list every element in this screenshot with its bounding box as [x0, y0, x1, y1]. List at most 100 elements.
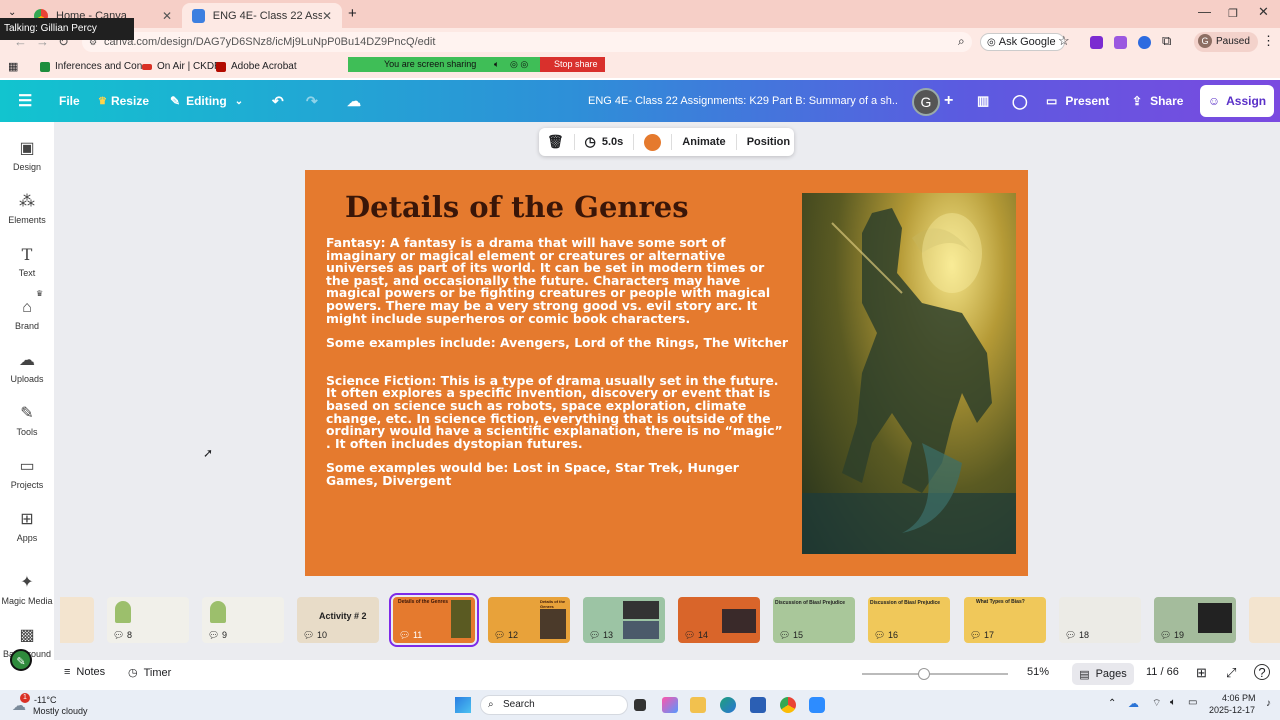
help-icon[interactable]: ? — [1254, 664, 1270, 680]
delete-trash-icon[interactable]: 🗑︎ — [547, 134, 564, 150]
resize-button[interactable]: ♛ Resize — [98, 80, 149, 122]
close-tab-icon[interactable]: ✕ — [322, 9, 332, 23]
notification-bell-icon[interactable]: ♪ — [1266, 698, 1271, 709]
add-collaborator-icon[interactable]: + — [944, 80, 953, 122]
minimize-icon[interactable]: — — [1198, 4, 1211, 19]
fullscreen-icon[interactable]: ⤢ — [1226, 665, 1236, 681]
taskbar-search[interactable]: ⌕ Search — [480, 695, 628, 715]
grid-view-icon[interactable]: ⊞ — [1196, 665, 1207, 681]
sidebar-item-text[interactable]: T Text — [0, 246, 54, 279]
close-tab-icon[interactable]: ✕ — [162, 9, 172, 23]
insights-chart-icon[interactable]: ▥ — [977, 80, 989, 122]
duration-timer-icon[interactable]: ◷ — [585, 134, 596, 150]
page-thumb-10[interactable]: Activity # 2 💬︎ 10 — [297, 597, 379, 643]
chrome-menu-icon[interactable]: ⋮ — [1262, 33, 1275, 49]
chrome-icon[interactable] — [780, 697, 796, 713]
bookmark-adobe-acrobat[interactable]: Adobe Acrobat — [216, 61, 297, 72]
zoom-app-icon[interactable] — [809, 697, 825, 713]
mic-icon[interactable]: 🔈︎ — [494, 57, 499, 72]
puzzle-extensions-icon[interactable]: ⧉ — [1162, 33, 1171, 49]
undo-icon[interactable]: ↶ — [272, 80, 284, 122]
sidebar-item-elements[interactable]: ⁂ Elements — [0, 193, 54, 225]
collaborator-avatar[interactable]: G — [912, 88, 940, 116]
close-window-icon[interactable]: ✕ — [1258, 4, 1269, 20]
extension-icon[interactable] — [1114, 36, 1127, 49]
apps-grid-icon[interactable]: ▦ — [8, 60, 18, 73]
redo-icon[interactable]: ↷ — [306, 80, 318, 122]
ask-google-button[interactable]: ◎ Ask Google — [980, 33, 1065, 51]
wifi-icon[interactable]: ⌔ — [1152, 697, 1161, 710]
pages-button[interactable]: ▤ Pages — [1072, 663, 1134, 685]
page-thumb-13[interactable]: 💬︎ 13 — [583, 597, 665, 643]
tab-eng-4e-assignments[interactable]: ENG 4E- Class 22 Assignments ✕ — [182, 3, 342, 28]
clock-date[interactable]: 2025-12-17 — [1209, 705, 1255, 715]
page-thumb-15[interactable]: Discussion of Bias/ Prejudice 💬︎ 15 — [773, 597, 855, 643]
cloud-sync-icon[interactable]: ☁ — [347, 80, 361, 122]
file-explorer-icon[interactable] — [690, 697, 706, 713]
zoom-slider-handle[interactable] — [918, 668, 930, 680]
assign-button[interactable]: ☺ Assign — [1200, 85, 1274, 117]
clock-time[interactable]: 4:06 PM — [1222, 693, 1256, 703]
new-tab-button[interactable]: + — [348, 5, 357, 22]
tab-search-icon[interactable]: ⌄ — [8, 7, 16, 18]
store-icon[interactable] — [750, 697, 766, 713]
share-controls-icon[interactable]: ◎ ◎ — [510, 57, 528, 72]
sidebar-item-apps[interactable]: ⊞ Apps — [0, 511, 54, 543]
kami-extension-icon[interactable] — [1090, 36, 1103, 49]
onedrive-icon[interactable]: ☁ — [1128, 697, 1139, 710]
sidebar-item-brand[interactable]: ⌂ Brand ♛ — [0, 289, 54, 331]
page-thumb-14[interactable]: 💬︎ 14 — [678, 597, 760, 643]
volume-icon[interactable]: 🔈︎ — [1170, 697, 1176, 708]
stop-share-button[interactable]: Stop share — [540, 57, 605, 72]
zoom-slider[interactable] — [862, 668, 1008, 680]
page-thumb-18[interactable]: 💬︎ 18 — [1059, 597, 1141, 643]
page-thumb-17[interactable]: What Types of Bias? 💬︎ 17 — [964, 597, 1046, 643]
notes-button[interactable]: ≡ Notes — [64, 666, 105, 678]
page-thumb-8[interactable]: 💬︎ 8 — [107, 597, 189, 643]
windows-start-icon[interactable] — [455, 697, 471, 713]
present-button[interactable]: ▭ Present — [1046, 80, 1109, 122]
sidebar-item-tools[interactable]: ✎ Tools — [0, 405, 54, 437]
sidebar-item-projects[interactable]: ▭ Projects — [0, 458, 54, 490]
copilot-icon[interactable] — [662, 697, 678, 713]
page-thumb-16[interactable]: Discussion of Bias/ Prejudice 💬︎ 16 — [868, 597, 950, 643]
page-thumb-12[interactable]: Details of the Genres 💬︎ 12 — [488, 597, 570, 643]
animate-button[interactable]: Animate — [682, 136, 725, 148]
url-field[interactable]: ⚙ canva.com/design/DAG7yD6SNz8/icMj9LuNp… — [82, 32, 972, 52]
zoom-percentage[interactable]: 51% — [1027, 666, 1049, 678]
slide-canvas[interactable]: Details of the Genres Fantasy: A fantasy… — [305, 170, 1028, 576]
slide-body-text[interactable]: Fantasy: A fantasy is a drama that will … — [326, 236, 788, 500]
position-button[interactable]: Position — [747, 136, 790, 148]
edge-icon[interactable] — [720, 697, 736, 713]
timer-button[interactable]: ◷ Timer — [128, 666, 171, 680]
sidebar-item-uploads[interactable]: ☁ Uploads — [0, 352, 54, 384]
editing-mode-dropdown[interactable]: ✎ Editing ⌄ — [170, 80, 243, 122]
bookmark-star-icon[interactable]: ☆ — [1058, 33, 1070, 49]
centaur-fantasy-image[interactable] — [802, 193, 1016, 554]
restore-icon[interactable]: ❐ — [1228, 7, 1238, 20]
tray-chevron-icon[interactable]: ⌃ — [1108, 698, 1116, 709]
filmstrip-partial-left[interactable] — [60, 597, 94, 643]
zoom-lens-icon[interactable]: ⌕ — [958, 34, 965, 49]
duration-value[interactable]: 5.0s — [602, 136, 623, 148]
zoom-extension-icon[interactable] — [1138, 36, 1151, 49]
comment-icon[interactable]: ◯ — [1012, 80, 1028, 122]
sidebar-item-magic-media[interactable]: ✦ Magic Media — [0, 574, 54, 606]
task-view-icon[interactable] — [634, 699, 646, 711]
page-thumb-11-selected[interactable]: Details of the Genres 💬︎ 11 — [389, 593, 479, 647]
bookmark-inferences[interactable]: Inferences and Con... — [40, 61, 151, 72]
design-title[interactable]: ENG 4E- Class 22 Assignments: K29 Part B… — [588, 80, 898, 122]
battery-icon[interactable]: ▭ — [1188, 697, 1197, 708]
file-menu[interactable]: File — [59, 80, 80, 122]
sidebar-item-design[interactable]: ▣ Design — [0, 140, 54, 172]
share-button[interactable]: ⇪ Share — [1132, 80, 1183, 122]
bookmark-on-air[interactable]: On Air | CKDR — [142, 61, 221, 72]
annotate-pen-icon[interactable]: ✎ — [10, 649, 32, 671]
slide-title[interactable]: Details of the Genres — [345, 190, 689, 224]
filmstrip-partial-right[interactable] — [1249, 597, 1280, 643]
menu-hamburger-icon[interactable]: ☰ — [18, 80, 32, 122]
page-thumb-9[interactable]: 💬︎ 9 — [202, 597, 284, 643]
page-thumb-19[interactable]: 💬︎ 19 — [1154, 597, 1236, 643]
profile-paused-button[interactable]: G Paused — [1194, 32, 1258, 52]
color-swatch[interactable] — [644, 133, 662, 151]
